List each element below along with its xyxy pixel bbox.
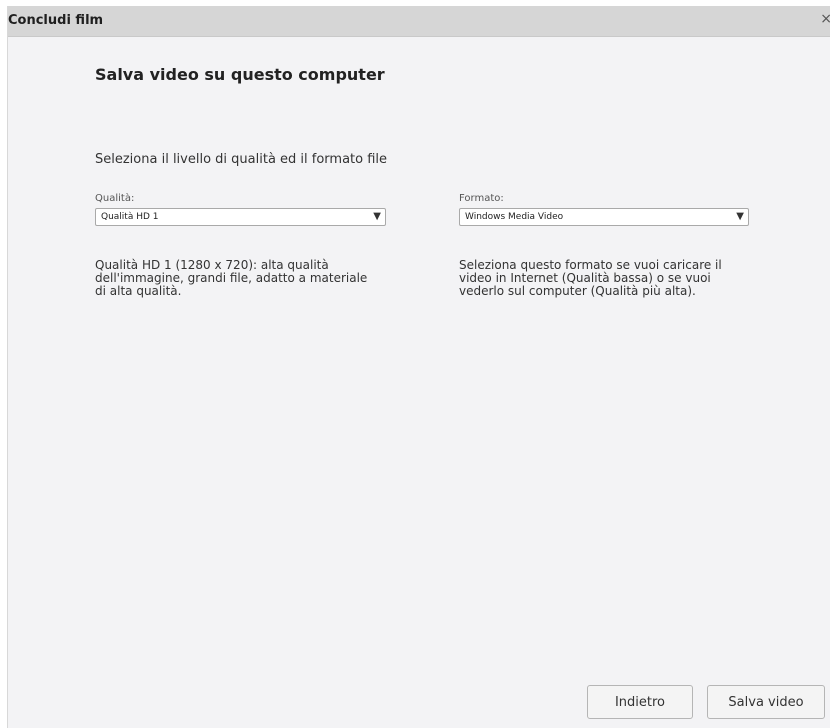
format-label: Formato: (459, 193, 504, 204)
back-button[interactable]: Indietro (587, 685, 693, 719)
page-title: Salva video su questo computer (95, 65, 385, 84)
title-bar: Concludi film × (8, 6, 830, 37)
save-video-button[interactable]: Salva video (707, 685, 825, 719)
quality-select[interactable]: Qualità HD 1 ▼ (95, 208, 386, 226)
close-icon[interactable]: × (820, 11, 830, 27)
section-subtitle: Seleziona il livello di qualità ed il fo… (95, 152, 388, 167)
format-description: Seleziona questo formato se vuoi caricar… (459, 259, 722, 298)
window-title: Concludi film (8, 13, 104, 28)
format-description-line: vederlo sul computer (Qualità più alta). (459, 284, 696, 298)
format-select[interactable]: Windows Media Video ▼ (459, 208, 749, 226)
format-select-value: Windows Media Video (465, 212, 564, 222)
dialog-window: Concludi film × Salva video su questo co… (8, 6, 830, 728)
chevron-down-icon: ▼ (373, 211, 381, 222)
quality-description: Qualità HD 1 (1280 x 720): alta qualità … (95, 259, 367, 298)
chevron-down-icon: ▼ (736, 211, 744, 222)
quality-description-line: di alta qualità. (95, 284, 182, 298)
quality-label: Qualità: (95, 193, 135, 204)
quality-select-value: Qualità HD 1 (101, 212, 159, 222)
